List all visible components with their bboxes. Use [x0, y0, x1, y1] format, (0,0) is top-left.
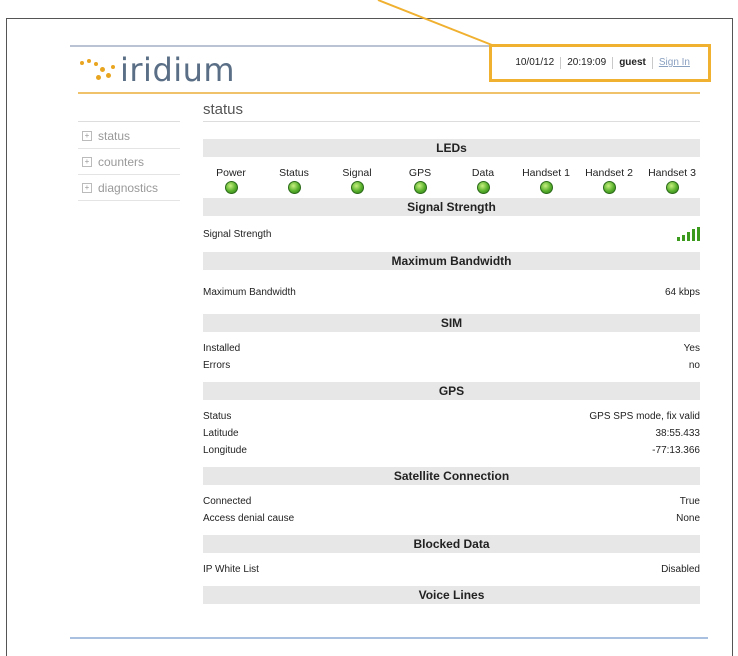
current-time: 20:19:09	[560, 57, 612, 69]
section-header-satellite: Satellite Connection	[203, 467, 700, 485]
led-label: Data	[471, 167, 495, 179]
section-header-sim: SIM	[203, 314, 700, 332]
table-row: Longitude -77:13.366	[203, 442, 700, 459]
led-handset-1: Handset 1	[518, 167, 574, 194]
logo-dots-icon	[78, 55, 118, 85]
row-label: Maximum Bandwidth	[203, 286, 296, 298]
led-green-icon	[665, 181, 679, 194]
expand-icon: +	[82, 182, 92, 193]
sign-in-link[interactable]: Sign In	[659, 57, 690, 68]
row-label: Access denial cause	[203, 513, 295, 524]
led-label: Handset 1	[522, 167, 570, 179]
blocked-rows: IP White List Disabled	[203, 553, 700, 586]
led-green-icon	[413, 181, 427, 194]
section-header-bandwidth: Maximum Bandwidth	[203, 252, 700, 270]
section-header-signal: Signal Strength	[203, 198, 700, 216]
sidebar-item-status[interactable]: + status	[78, 123, 180, 149]
row-label: Installed	[203, 343, 241, 354]
led-label: Handset 3	[648, 167, 696, 179]
current-date: 10/01/12	[515, 57, 555, 68]
row-label: Latitude	[203, 428, 239, 439]
led-label: GPS	[408, 167, 432, 179]
table-row: Latitude 38:55.433	[203, 425, 700, 442]
expand-icon: +	[82, 156, 92, 167]
header-accent-rule	[78, 92, 700, 94]
iridium-logo: iridium	[78, 50, 235, 90]
row-label: IP White List	[203, 564, 259, 575]
row-value: GPS SPS mode, fix valid	[589, 411, 700, 422]
signal-strength-label: Signal Strength	[203, 228, 272, 240]
gps-rows: Status GPS SPS mode, fix valid Latitude 38…	[203, 400, 700, 467]
led-green-icon	[224, 181, 238, 194]
led-gps: GPS	[392, 167, 448, 194]
sidebar-item-counters[interactable]: + counters	[78, 149, 180, 175]
led-label: Handset 2	[585, 167, 633, 179]
row-label: Errors	[203, 360, 231, 371]
led-label: Power	[216, 167, 246, 179]
section-header-blocked: Blocked Data	[203, 535, 700, 553]
logo-text: iridium	[120, 51, 236, 89]
sim-rows: Installed Yes Errors no	[203, 332, 700, 382]
row-value: 64 kbps	[664, 286, 700, 298]
viewport-bottom-rule	[70, 637, 708, 639]
current-user: guest	[612, 57, 652, 69]
led-handset-2: Handset 2	[581, 167, 637, 194]
row-value: no	[688, 360, 700, 371]
signal-strength-row: Signal Strength	[203, 216, 700, 252]
page-title: status	[203, 101, 244, 118]
bandwidth-row: Maximum Bandwidth 64 kbps	[203, 270, 700, 314]
row-label: Status	[203, 411, 232, 422]
sidebar-rule	[78, 121, 180, 122]
sidebar-item-diagnostics[interactable]: + diagnostics	[78, 175, 180, 201]
led-green-icon	[350, 181, 364, 194]
row-value: 38:55.433	[655, 428, 701, 439]
expand-icon: +	[82, 130, 92, 141]
row-value: None	[676, 513, 700, 524]
section-header-leds: LEDs	[203, 139, 700, 157]
led-data: Data	[455, 167, 511, 194]
row-value: -77:13.366	[652, 445, 700, 456]
table-row: Status GPS SPS mode, fix valid	[203, 408, 700, 425]
sidebar-item-label: diagnostics	[98, 180, 159, 195]
led-panel: Power Status Signal GPS Data Handset 1 H…	[203, 157, 700, 198]
sidebar: + status + counters + diagnostics	[78, 123, 180, 201]
led-green-icon	[539, 181, 553, 194]
led-green-icon	[287, 181, 301, 194]
led-green-icon	[476, 181, 490, 194]
led-label: Status	[279, 167, 309, 179]
row-value: Disabled	[661, 564, 700, 575]
led-power: Power	[203, 167, 259, 194]
section-header-voice: Voice Lines	[203, 586, 700, 604]
row-value: Yes	[683, 343, 700, 354]
row-label: Connected	[203, 496, 252, 507]
user-status-bar: 10/01/12 20:19:09 guest Sign In	[489, 44, 711, 82]
led-signal: Signal	[329, 167, 385, 194]
table-row: IP White List Disabled	[203, 561, 700, 578]
led-label: Signal	[342, 167, 372, 179]
satellite-rows: Connected True Access denial cause None	[203, 485, 700, 535]
signal-bars-icon	[677, 227, 700, 241]
row-label: Longitude	[203, 445, 247, 456]
status-content: LEDs Power Status Signal GPS Data Handse…	[203, 139, 700, 604]
led-green-icon	[602, 181, 616, 194]
table-row: Errors no	[203, 357, 700, 374]
led-handset-3: Handset 3	[644, 167, 700, 194]
row-value: True	[679, 496, 700, 507]
led-status: Status	[266, 167, 322, 194]
title-rule	[203, 121, 700, 122]
sidebar-item-label: status	[98, 128, 131, 143]
table-row: Access denial cause None	[203, 510, 700, 527]
table-row: Connected True	[203, 493, 700, 510]
table-row: Installed Yes	[203, 340, 700, 357]
sidebar-item-label: counters	[98, 154, 145, 169]
section-header-gps: GPS	[203, 382, 700, 400]
